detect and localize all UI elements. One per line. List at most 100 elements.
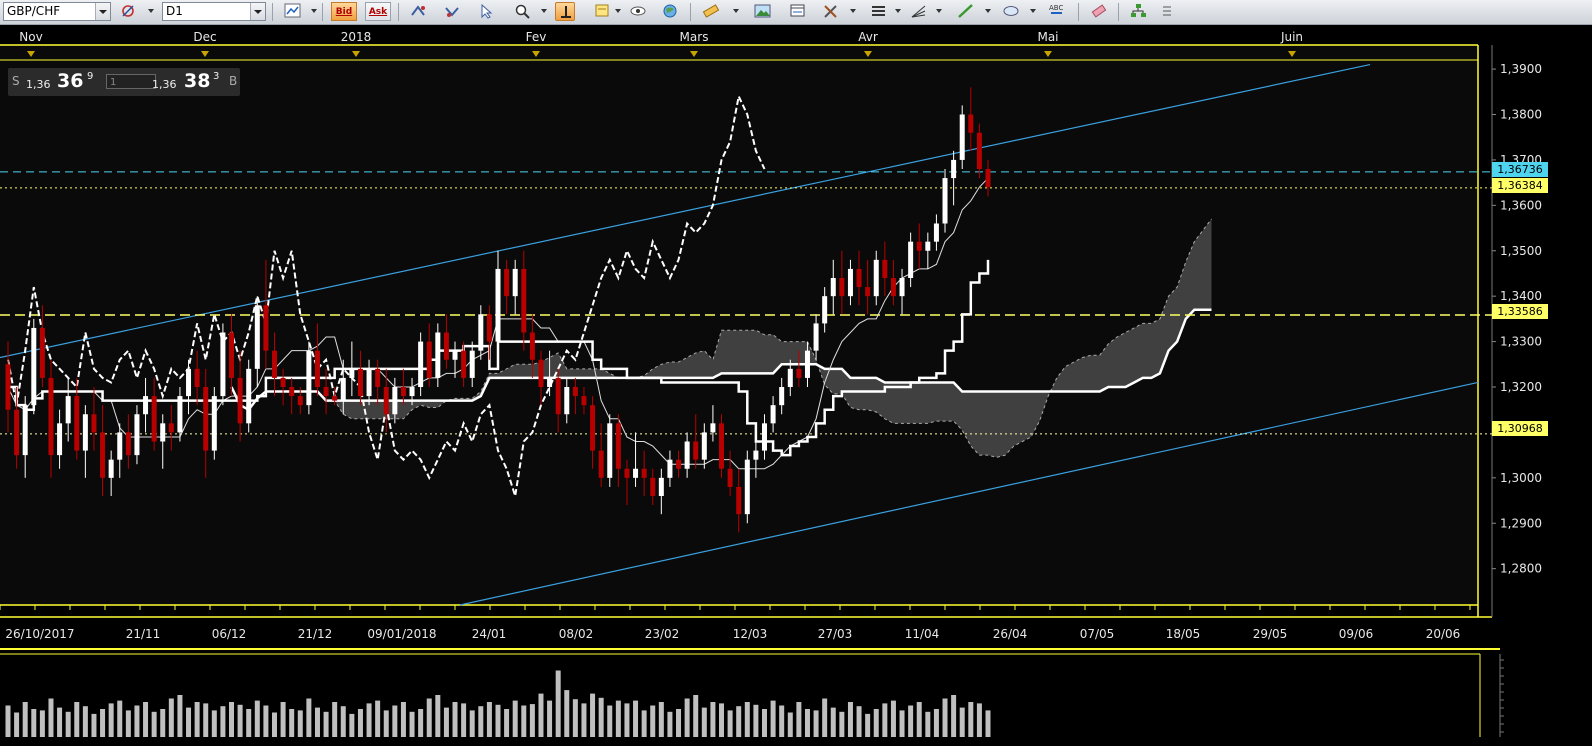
volume-bar [194, 702, 200, 737]
candle-body [357, 368, 363, 397]
chevron-down-icon[interactable] [985, 9, 991, 13]
price-label: 1,3600 [1500, 198, 1542, 212]
volume-bar [108, 703, 114, 737]
candle-body [186, 368, 192, 397]
chevron-down-icon[interactable] [850, 9, 856, 13]
scroll-button[interactable] [476, 2, 496, 21]
candle-body [134, 414, 140, 456]
fan-icon [911, 5, 926, 18]
volume-bar [211, 710, 217, 737]
buy-prefix: 1,36 [152, 78, 177, 91]
chart-type-button[interactable] [282, 2, 302, 21]
buy-label[interactable]: B [229, 74, 237, 88]
chevron-down-icon[interactable] [541, 9, 547, 13]
lot-size-input[interactable]: 1 [106, 74, 156, 89]
volume-bar [976, 703, 982, 737]
note-button[interactable] [592, 2, 612, 21]
chevron-down-icon[interactable] [615, 9, 621, 13]
volume-bar [332, 702, 338, 737]
candle-body [426, 341, 432, 378]
chevron-down-icon[interactable] [895, 9, 901, 13]
ellipse-button[interactable] [1000, 2, 1020, 21]
volume-bar [933, 709, 939, 737]
chevron-down-icon[interactable] [733, 9, 739, 13]
image-button[interactable] [752, 2, 772, 21]
sell-pip: 9 [87, 71, 94, 82]
quote-panel: S 1,36 36 9 1 1,36 38 3 B [8, 68, 240, 96]
candle-body [796, 368, 802, 378]
volume-bar [693, 695, 699, 737]
volume-bar [349, 713, 355, 737]
timeframe-select[interactable]: D1 [162, 2, 266, 21]
candle-body [847, 268, 853, 297]
sell-label[interactable]: S [12, 74, 20, 88]
chevron-down-icon[interactable] [250, 3, 265, 20]
tools-button[interactable] [820, 2, 840, 21]
candle-body [710, 423, 716, 433]
volume-bar [865, 713, 871, 737]
text-button[interactable]: ABC [1046, 2, 1066, 21]
volume-bar [761, 709, 767, 737]
volume-bar [254, 700, 260, 737]
zoom-out-button[interactable] [442, 2, 462, 21]
candle-body [529, 332, 535, 360]
month-label: Fev [526, 30, 547, 44]
window-button[interactable] [787, 2, 807, 21]
volume-bar [297, 710, 303, 737]
object-button[interactable] [627, 2, 647, 21]
candle-body [641, 468, 647, 478]
volume-bar [263, 705, 269, 737]
chevron-down-icon[interactable] [1030, 9, 1036, 13]
list-icon [1163, 6, 1171, 16]
eraser-button[interactable] [1088, 2, 1108, 21]
anchor-button[interactable] [555, 2, 575, 21]
volume-bar [177, 695, 183, 737]
crosshair-tool-button[interactable] [118, 2, 138, 21]
trendline-button[interactable] [955, 2, 975, 21]
volume-bar [31, 709, 37, 737]
volume-bar [314, 707, 320, 737]
volume-bar [392, 705, 398, 737]
chevron-down-icon[interactable] [95, 3, 110, 20]
date-label: 08/02 [559, 627, 594, 641]
sell-price[interactable]: 36 [57, 70, 83, 92]
volume-bar [340, 706, 346, 737]
zoom-in-button[interactable] [408, 2, 428, 21]
date-label: 23/02 [645, 627, 680, 641]
candle-body [57, 423, 63, 456]
symbol-select[interactable]: GBP/CHF [3, 2, 111, 21]
bid-button[interactable]: Bid [331, 2, 357, 21]
volume-bar [529, 704, 535, 737]
chevron-down-icon[interactable] [148, 9, 154, 13]
hierarchy-button[interactable] [1128, 2, 1148, 21]
list-button[interactable] [1157, 2, 1177, 21]
candle-body [39, 327, 45, 378]
ask-button[interactable]: Ask [365, 2, 391, 21]
globe-button[interactable] [660, 2, 680, 21]
candle-body [985, 169, 991, 188]
candle-body [452, 350, 458, 360]
chevron-down-icon[interactable] [936, 9, 942, 13]
buy-price[interactable]: 38 [184, 70, 210, 92]
candle-body [813, 323, 819, 351]
price-chart[interactable]: Nov Dec 2018 Fev Mars Avr Mai Juin 1,3900 1,3800… [0, 25, 1592, 746]
candle-body [22, 405, 28, 456]
volume-bar [916, 702, 922, 737]
zoom-button[interactable] [512, 2, 532, 21]
volume-bar [521, 705, 527, 737]
svg-text:ABC: ABC [1049, 4, 1063, 12]
trendline-icon [958, 4, 973, 18]
volume-bar [366, 703, 372, 737]
anchor-icon [561, 6, 571, 18]
ruler-button[interactable] [700, 2, 720, 21]
candle-body [486, 314, 492, 342]
volume-bar [168, 698, 174, 737]
window-icon [790, 4, 805, 17]
fan-button[interactable] [908, 2, 928, 21]
candle-body [555, 377, 561, 415]
volume-bar [14, 712, 20, 737]
candle-body [744, 459, 750, 515]
chevron-down-icon[interactable] [311, 9, 317, 13]
candle-body [383, 387, 389, 415]
lines-button[interactable] [868, 2, 888, 21]
